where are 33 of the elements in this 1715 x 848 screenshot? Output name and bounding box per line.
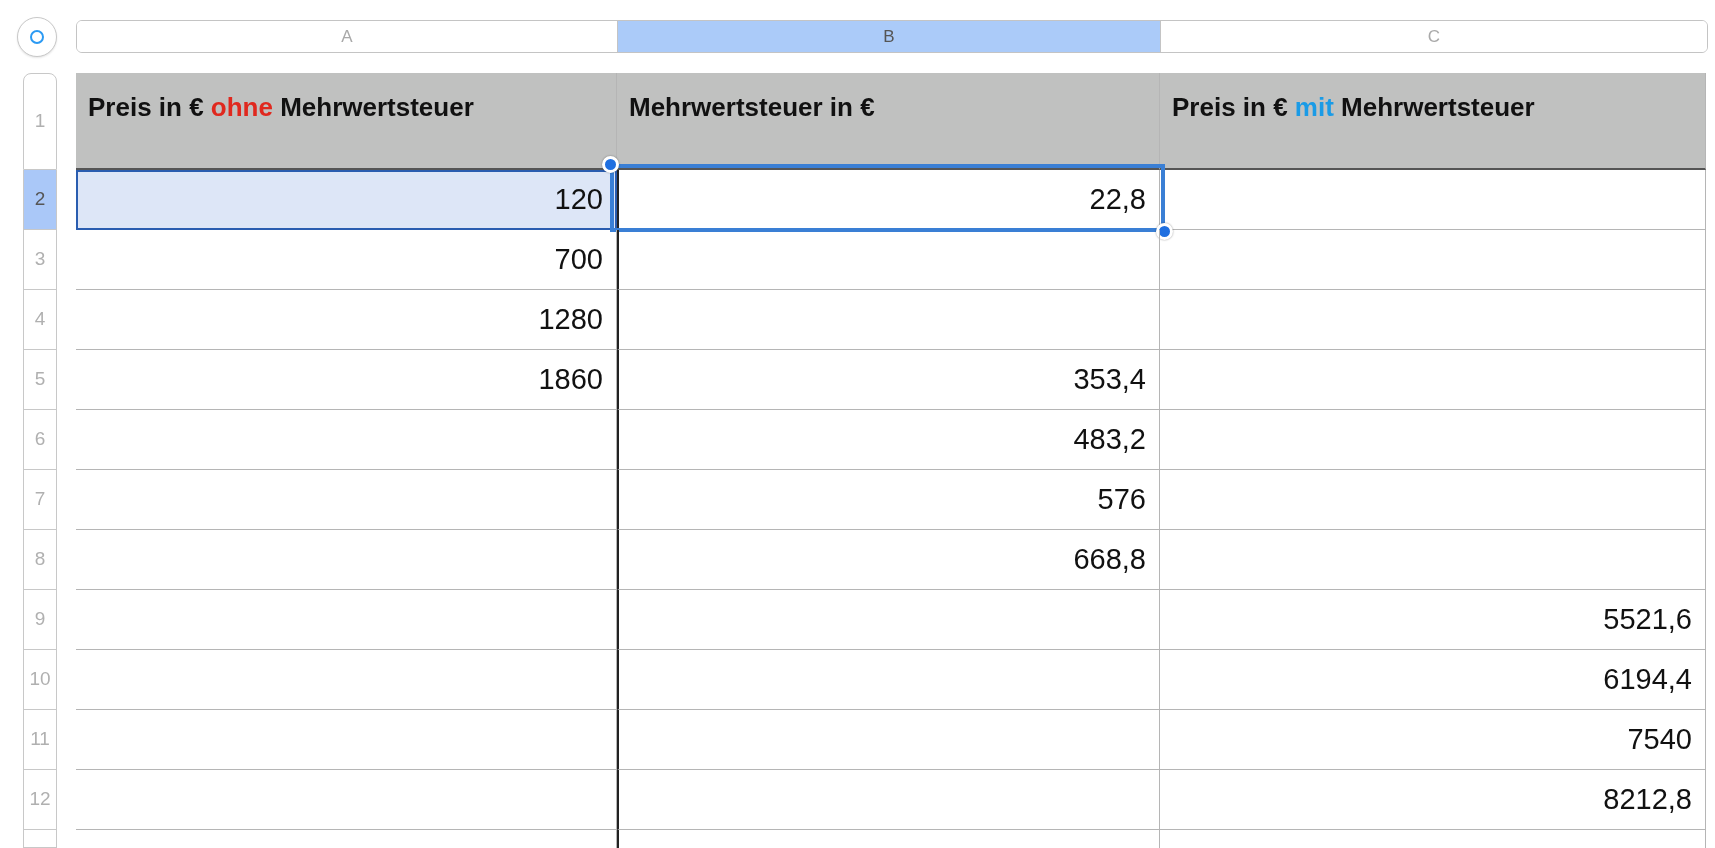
column-header[interactable]: B [618,21,1161,52]
column-title: Mehrwertsteuer in € [617,73,1160,170]
row-number[interactable]: 4 [23,290,57,350]
table-cell: 576 [617,470,1160,530]
table-cell: 6194,4 [1160,650,1706,710]
row-number[interactable]: 10 [23,650,57,710]
row-number[interactable]: 5 [23,350,57,410]
selection-handle[interactable] [1156,223,1173,240]
select-all-button[interactable] [17,16,57,57]
table-cell: 1860 [76,350,617,410]
table-cell: 5521,6 [1160,590,1706,650]
row-number[interactable]: 1 [23,73,57,170]
table-cell: 120 [76,170,617,230]
column-title: Preis in € mit Mehrwertsteuer [1160,73,1706,170]
row-number[interactable]: 12 [23,770,57,830]
row-number[interactable]: 7 [23,470,57,530]
column-header[interactable]: A [77,21,618,52]
row-number[interactable]: 8 [23,530,57,590]
row-number[interactable]: 6 [23,410,57,470]
table-cell: 7540 [1160,710,1706,770]
circle-icon [29,28,45,45]
column-title: Preis in € ohne Mehrwertsteuer [76,73,617,170]
row-header-strip [23,830,57,848]
table-cell: 483,2 [617,410,1160,470]
table-cell: 1280 [76,290,617,350]
row-number[interactable]: 3 [23,230,57,290]
row-number[interactable]: 9 [23,590,57,650]
row-number[interactable]: 2 [23,170,57,230]
table-cell: 8212,8 [1160,770,1706,830]
table-cell: 700 [76,230,617,290]
row-number[interactable]: 11 [23,710,57,770]
table-cell: 668,8 [617,530,1160,590]
table-cell: 353,4 [617,350,1160,410]
